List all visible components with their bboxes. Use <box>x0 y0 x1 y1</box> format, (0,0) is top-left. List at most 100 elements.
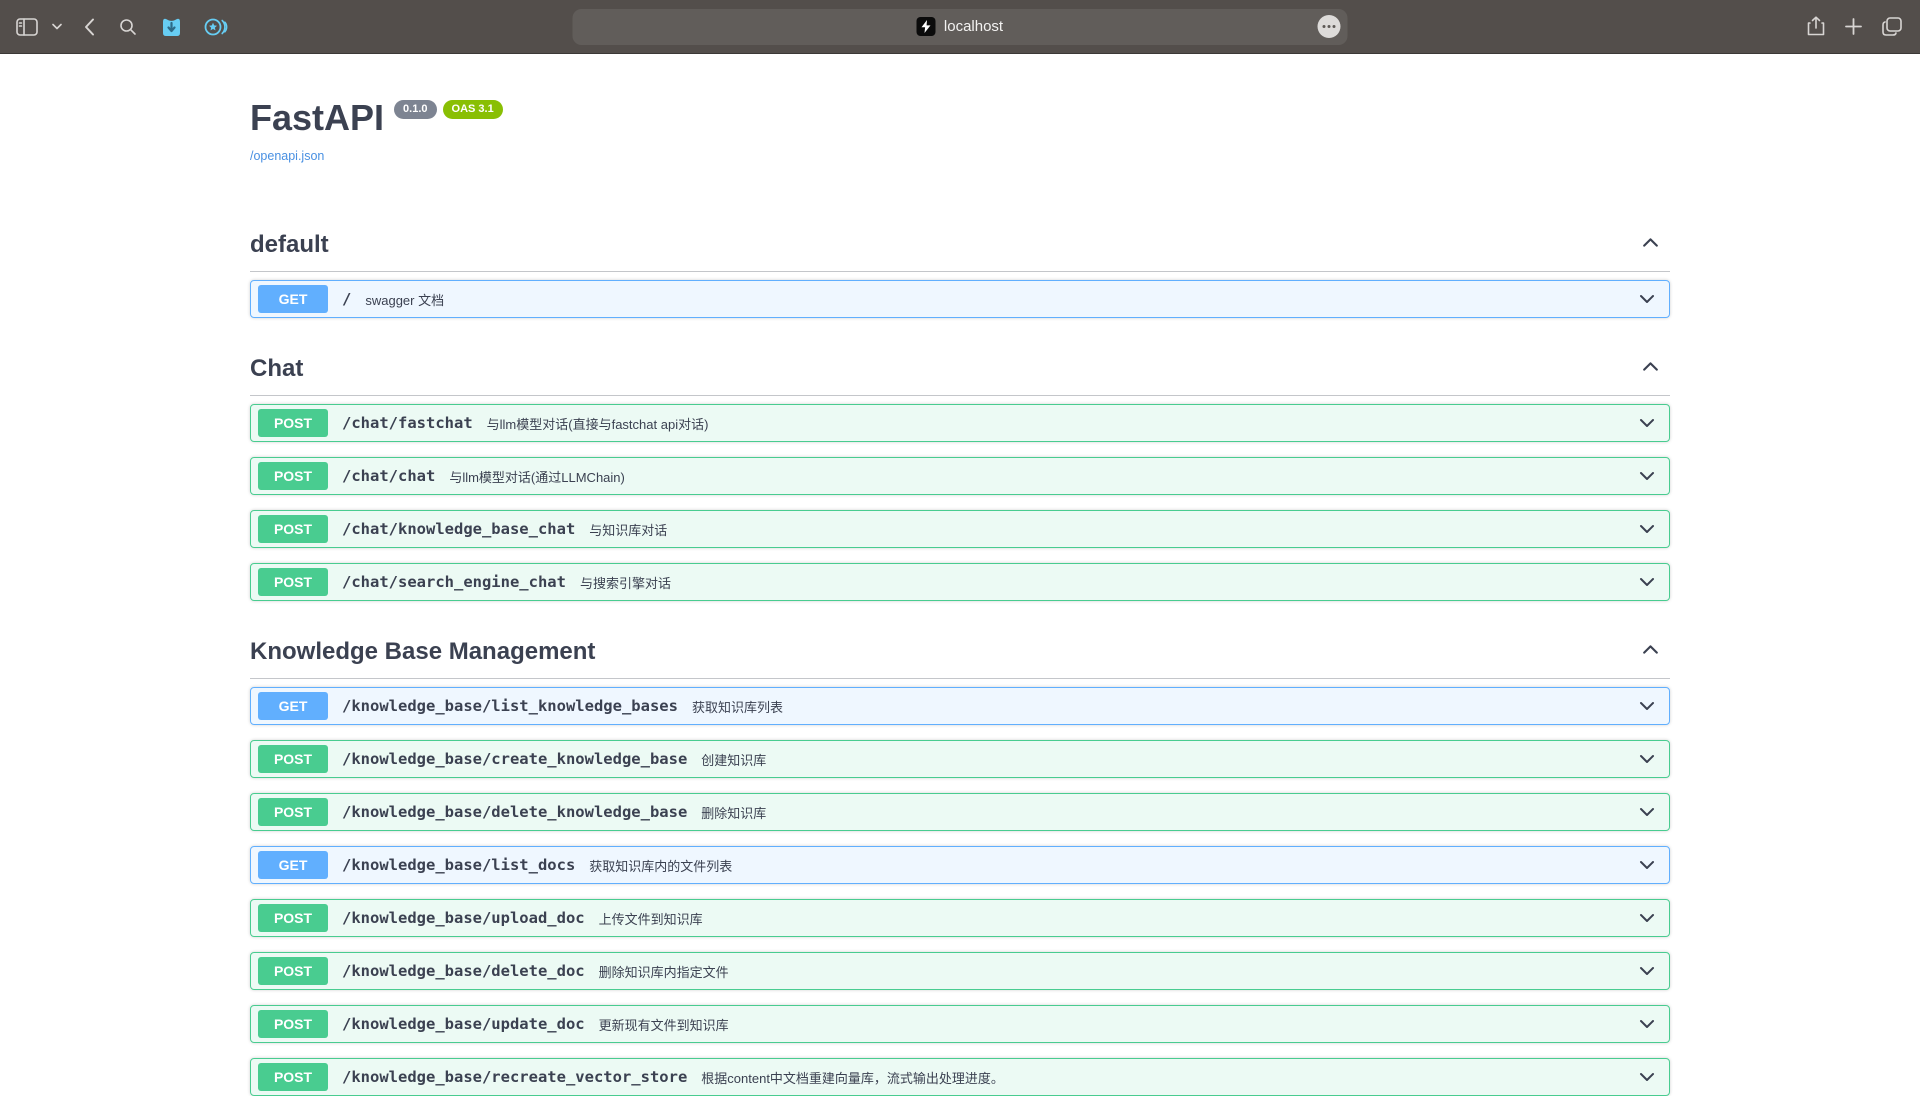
expand-operation-icon[interactable] <box>1637 289 1657 309</box>
tag-section-default: default GET / swagger 文档 <box>250 221 1670 318</box>
sidebar-toggle-icon[interactable] <box>16 18 38 36</box>
method-badge-get: GET <box>258 285 328 313</box>
method-badge-post: POST <box>258 515 328 543</box>
endpoint-path: /knowledge_base/create_knowledge_base <box>342 750 687 768</box>
endpoint-row[interactable]: POST/chat/chat 与llm模型对话(通过LLMChain) <box>250 457 1670 495</box>
expand-operation-icon[interactable] <box>1637 519 1657 539</box>
endpoint-row[interactable]: POST/knowledge_base/delete_doc 删除知识库内指定文件 <box>250 952 1670 990</box>
version-badge: 0.1.0 <box>394 100 436 119</box>
section-header[interactable]: Chat <box>250 345 1670 396</box>
endpoint-summary: 上传文件到知识库 <box>599 909 703 928</box>
endpoint-path: /chat/search_engine_chat <box>342 573 566 591</box>
endpoint-row[interactable]: POST/knowledge_base/update_doc 更新现有文件到知识库 <box>250 1005 1670 1043</box>
endpoint-summary: swagger 文档 <box>365 290 444 309</box>
method-badge-post: POST <box>258 798 328 826</box>
endpoint-path: /knowledge_base/delete_knowledge_base <box>342 803 687 821</box>
chevron-down-icon[interactable] <box>52 23 62 30</box>
section-header[interactable]: default <box>250 221 1670 272</box>
endpoint-path: / <box>342 290 351 308</box>
collapse-section-icon[interactable] <box>1640 232 1661 258</box>
api-title-text: FastAPI <box>250 98 384 138</box>
expand-operation-icon[interactable] <box>1637 466 1657 486</box>
endpoint-path: /knowledge_base/update_doc <box>342 1015 585 1033</box>
more-icon[interactable] <box>1318 15 1341 38</box>
endpoint-path: /chat/chat <box>342 467 435 485</box>
collapse-section-icon[interactable] <box>1640 356 1661 382</box>
extension-circles-icon[interactable] <box>204 17 228 37</box>
endpoint-path: /knowledge_base/delete_doc <box>342 962 585 980</box>
method-badge-post: POST <box>258 1063 328 1091</box>
method-badge-post: POST <box>258 568 328 596</box>
endpoint-path: /chat/knowledge_base_chat <box>342 520 575 538</box>
tag-section-chat: Chat POST/chat/fastchat 与llm模型对话(直接与fastch… <box>250 345 1670 601</box>
page-title: FastAPI 0.1.0 OAS 3.1 <box>250 98 1670 138</box>
api-info: FastAPI 0.1.0 OAS 3.1 /openapi.json <box>250 98 1670 165</box>
method-badge-post: POST <box>258 409 328 437</box>
method-badge-get: GET <box>258 692 328 720</box>
operation-list: POST/chat/fastchat 与llm模型对话(直接与fastchat a… <box>250 396 1670 601</box>
expand-operation-icon[interactable] <box>1637 961 1657 981</box>
section-title: Chat <box>250 355 303 383</box>
endpoint-summary: 创建知识库 <box>701 750 766 769</box>
endpoint-summary: 与llm模型对话(通过LLMChain) <box>449 467 625 486</box>
share-icon[interactable] <box>1807 16 1825 37</box>
endpoint-summary: 获取知识库列表 <box>692 697 783 716</box>
endpoint-summary: 与llm模型对话(直接与fastchat api对话) <box>487 414 709 433</box>
expand-operation-icon[interactable] <box>1637 696 1657 716</box>
expand-operation-icon[interactable] <box>1637 1014 1657 1034</box>
expand-operation-icon[interactable] <box>1637 1067 1657 1087</box>
swagger-page: FastAPI 0.1.0 OAS 3.1 /openapi.json defa… <box>0 98 1920 1096</box>
section-title: default <box>250 231 329 259</box>
tab-overview-icon[interactable] <box>1882 17 1902 36</box>
browser-toolbar: localhost <box>0 0 1920 54</box>
endpoint-summary: 根据content中文档重建向量库，流式输出处理进度。 <box>701 1068 1004 1087</box>
endpoint-summary: 获取知识库内的文件列表 <box>589 856 732 875</box>
collapse-section-icon[interactable] <box>1640 639 1661 665</box>
endpoint-row[interactable]: POST/knowledge_base/create_knowledge_bas… <box>250 740 1670 778</box>
search-icon[interactable] <box>119 18 137 36</box>
method-badge-post: POST <box>258 904 328 932</box>
method-badge-post: POST <box>258 1010 328 1038</box>
endpoint-path: /knowledge_base/recreate_vector_store <box>342 1068 687 1086</box>
endpoint-row[interactable]: POST/knowledge_base/delete_knowledge_bas… <box>250 793 1670 831</box>
operation-list: GET/knowledge_base/list_knowledge_bases 获… <box>250 679 1670 1096</box>
expand-operation-icon[interactable] <box>1637 572 1657 592</box>
endpoint-row[interactable]: POST/knowledge_base/upload_doc 上传文件到知识库 <box>250 899 1670 937</box>
method-badge-post: POST <box>258 462 328 490</box>
endpoint-summary: 删除知识库内指定文件 <box>599 962 729 981</box>
address-bar[interactable]: localhost <box>573 9 1348 45</box>
url-text: localhost <box>944 18 1003 35</box>
expand-operation-icon[interactable] <box>1637 802 1657 822</box>
method-badge-post: POST <box>258 745 328 773</box>
endpoint-row[interactable]: GET/knowledge_base/list_knowledge_bases 获… <box>250 687 1670 725</box>
method-badge-post: POST <box>258 957 328 985</box>
endpoint-row[interactable]: POST/chat/fastchat 与llm模型对话(直接与fastchat a… <box>250 404 1670 442</box>
endpoint-path: /knowledge_base/list_docs <box>342 856 575 874</box>
expand-operation-icon[interactable] <box>1637 413 1657 433</box>
endpoint-row[interactable]: POST/knowledge_base/recreate_vector_stor… <box>250 1058 1670 1096</box>
endpoint-path: /knowledge_base/list_knowledge_bases <box>342 697 678 715</box>
endpoint-summary: 与知识库对话 <box>589 520 667 539</box>
expand-operation-icon[interactable] <box>1637 749 1657 769</box>
site-favicon-lightning <box>917 17 936 36</box>
expand-operation-icon[interactable] <box>1637 908 1657 928</box>
extension-cat-icon[interactable] <box>161 16 182 38</box>
endpoint-path: /chat/fastchat <box>342 414 473 432</box>
endpoint-row[interactable]: GET / swagger 文档 <box>250 280 1670 318</box>
endpoint-row[interactable]: GET/knowledge_base/list_docs 获取知识库内的文件列表 <box>250 846 1670 884</box>
expand-operation-icon[interactable] <box>1637 855 1657 875</box>
endpoint-summary: 与搜索引擎对话 <box>580 573 671 592</box>
endpoint-path: /knowledge_base/upload_doc <box>342 909 585 927</box>
endpoint-row[interactable]: POST/chat/knowledge_base_chat 与知识库对话 <box>250 510 1670 548</box>
endpoint-summary: 删除知识库 <box>701 803 766 822</box>
api-sections: default GET / swagger 文档 Chat POST/chat/fastc… <box>250 221 1670 1096</box>
endpoint-row[interactable]: POST/chat/search_engine_chat 与搜索引擎对话 <box>250 563 1670 601</box>
oas-badge: OAS 3.1 <box>443 100 503 119</box>
back-icon[interactable] <box>84 18 95 36</box>
endpoint-summary: 更新现有文件到知识库 <box>599 1015 729 1034</box>
operation-list: GET / swagger 文档 <box>250 272 1670 318</box>
section-header[interactable]: Knowledge Base Management <box>250 628 1670 679</box>
new-tab-icon[interactable] <box>1845 18 1862 35</box>
method-badge-get: GET <box>258 851 328 879</box>
openapi-spec-link[interactable]: /openapi.json <box>250 149 324 163</box>
